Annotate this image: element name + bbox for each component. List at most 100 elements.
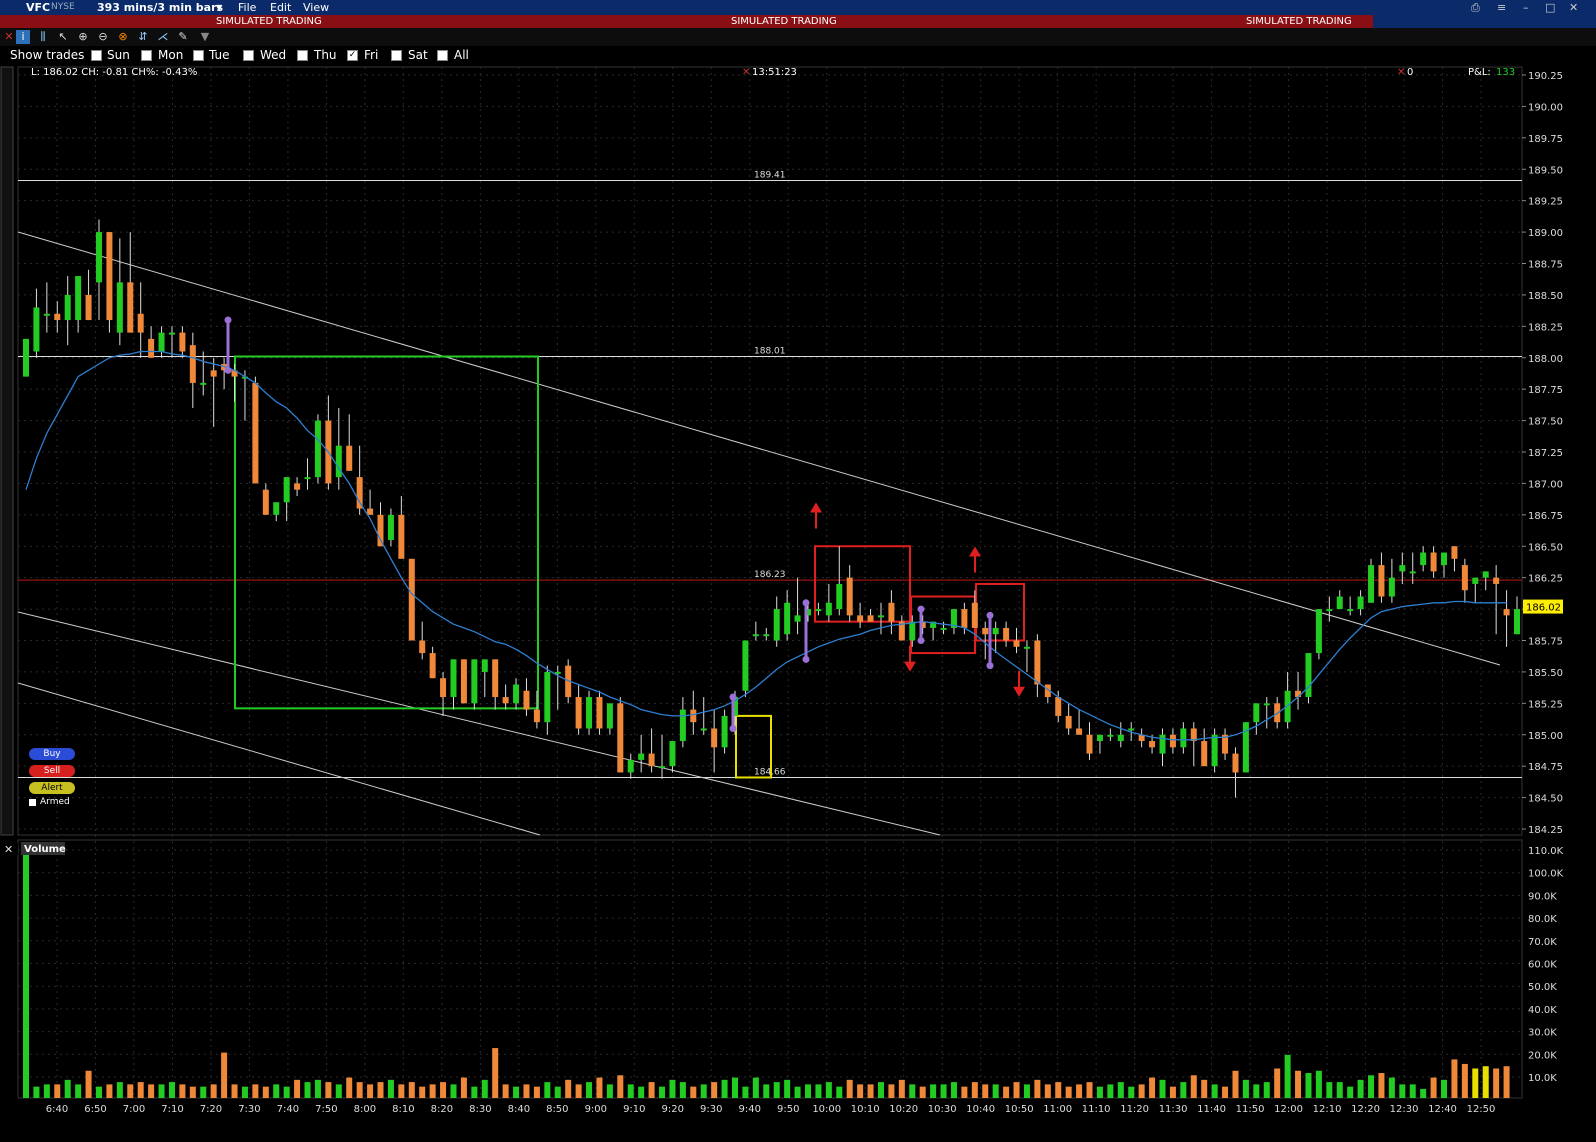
candle — [1482, 571, 1489, 578]
candle — [492, 659, 499, 698]
candle — [1149, 741, 1156, 748]
candle — [1169, 734, 1176, 748]
volume-bar — [283, 1086, 290, 1098]
candle — [367, 508, 374, 515]
candle — [815, 609, 822, 612]
candle — [1201, 741, 1208, 767]
volume-bar — [1399, 1084, 1406, 1098]
volume-bar — [1201, 1079, 1208, 1098]
candle — [1065, 715, 1072, 729]
trade-marker-dot — [917, 637, 925, 644]
volume-bar — [909, 1084, 916, 1098]
candle — [554, 671, 561, 674]
level-label: 189.41 — [754, 171, 786, 181]
candle — [1128, 728, 1135, 731]
time-tick-label: 8:10 — [392, 1104, 414, 1115]
volume-bar — [1138, 1084, 1145, 1098]
buy-button[interactable]: Buy — [29, 748, 75, 760]
volume-bar — [127, 1084, 134, 1098]
alert-button[interactable]: Alert — [29, 782, 75, 794]
trade-markers — [224, 316, 1025, 732]
volume-bar — [54, 1084, 61, 1098]
candle — [1461, 565, 1468, 591]
candle — [669, 741, 676, 767]
volume-bar — [1420, 1088, 1427, 1098]
candle — [690, 709, 697, 723]
price-chart[interactable]: 189.41 188.01 186.23 184.66 190.25 190.00 189… — [0, 0, 1596, 1142]
range-box — [234, 355, 539, 710]
candle — [1409, 571, 1416, 574]
volume-bar — [189, 1086, 196, 1098]
volume-title: Volume — [24, 844, 66, 855]
volume-bar — [898, 1079, 905, 1098]
candle — [659, 766, 666, 769]
price-tick-label: 187.75 — [1528, 385, 1563, 396]
time-tick-label: 12:20 — [1351, 1104, 1380, 1115]
price-tick-label: 186.75 — [1528, 511, 1563, 522]
time-tick-label: 11:50 — [1236, 1104, 1265, 1115]
time-tick-label: 8:50 — [546, 1104, 568, 1115]
volume-bar — [346, 1077, 353, 1098]
candle — [116, 282, 123, 333]
volume-bar — [648, 1082, 655, 1098]
sell-button[interactable]: Sell — [29, 765, 75, 777]
volume-bar — [450, 1084, 457, 1098]
candle — [1420, 552, 1427, 566]
candle — [387, 514, 394, 540]
arrow-up-icon — [810, 502, 822, 513]
pnl-label: P&L: — [1468, 67, 1491, 78]
candle — [1368, 565, 1375, 603]
volume-bar — [252, 1084, 259, 1098]
time-tick-label: 10:40 — [966, 1104, 995, 1115]
volume-bar — [158, 1084, 165, 1098]
volume-bar — [575, 1084, 582, 1098]
candle — [1347, 609, 1354, 612]
volume-bar — [825, 1082, 832, 1098]
volume-axis: 110.0K 100.0K 90.0K 80.0K 70.0K 60.0K 50.0K 40.… — [1528, 846, 1564, 1084]
candle — [408, 558, 415, 641]
volume-bar — [763, 1084, 770, 1098]
volume-bar — [1315, 1070, 1322, 1098]
candle — [189, 345, 196, 383]
volume-bar — [742, 1086, 749, 1098]
candle — [1180, 728, 1187, 748]
candle — [1399, 565, 1406, 572]
candle — [784, 602, 791, 635]
time-tick-label: 11:20 — [1120, 1104, 1149, 1115]
volume-bar — [690, 1086, 697, 1098]
volume-bar — [1013, 1082, 1020, 1098]
candle — [429, 653, 436, 679]
time-tick-label: 10:10 — [851, 1104, 880, 1115]
volume-bar — [1472, 1068, 1479, 1098]
trade-marker-dot — [986, 662, 994, 670]
candle — [398, 514, 405, 559]
close-icon[interactable]: ✕ — [4, 843, 13, 856]
volume-bar — [669, 1079, 676, 1098]
close-icon[interactable]: ✕ — [742, 67, 750, 78]
volume-panel-frame — [17, 839, 1523, 1099]
candle — [1441, 552, 1448, 566]
time-tick-label: 12:30 — [1390, 1104, 1419, 1115]
arrow-up-icon — [969, 546, 981, 557]
clock: 13:51:23 — [752, 67, 797, 78]
candle — [43, 313, 50, 316]
time-tick-label: 8:00 — [354, 1104, 376, 1115]
candle — [752, 634, 759, 637]
candle — [419, 640, 426, 654]
volume-bar — [1232, 1070, 1239, 1098]
time-axis: 6:40 6:50 7:00 7:10 7:20 7:30 7:40 7:50 8:00 8:10… — [46, 1104, 1496, 1115]
trade-marker-dot — [729, 724, 737, 732]
time-tick-label: 9:00 — [585, 1104, 607, 1115]
candle — [1430, 552, 1437, 572]
volume-bar — [1159, 1079, 1166, 1098]
price-tick-label: 186.50 — [1528, 542, 1563, 553]
candle — [148, 338, 155, 358]
close-icon[interactable]: ✕ — [1397, 67, 1405, 78]
volume-bar — [940, 1084, 947, 1098]
armed-checkbox[interactable] — [29, 799, 36, 806]
candle — [1253, 703, 1260, 723]
candle — [1076, 728, 1083, 735]
candle — [961, 609, 968, 628]
volume-bar — [711, 1082, 718, 1098]
time-tick-label: 7:10 — [161, 1104, 183, 1115]
